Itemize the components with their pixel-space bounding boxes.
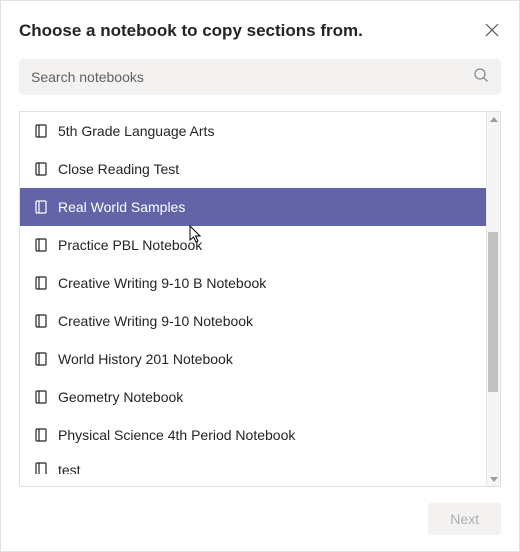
notebook-item[interactable]: Practice PBL Notebook — [20, 226, 486, 264]
notebook-item[interactable]: Close Reading Test — [20, 150, 486, 188]
notebook-item[interactable]: Real World Samples — [20, 188, 486, 226]
notebook-icon — [34, 390, 48, 404]
notebook-icon — [34, 124, 48, 138]
notebook-label: Close Reading Test — [58, 161, 179, 177]
notebook-list-container: 5th Grade Language Arts Close Reading Tes… — [19, 111, 501, 487]
notebook-icon — [34, 162, 48, 176]
notebook-label: test — [58, 462, 81, 474]
next-button[interactable]: Next — [428, 503, 501, 535]
close-icon — [485, 23, 499, 37]
close-button[interactable] — [483, 21, 501, 39]
notebook-label: Geometry Notebook — [58, 389, 183, 405]
notebook-picker-dialog: Choose a notebook to copy sections from.… — [1, 1, 519, 551]
notebook-icon — [34, 352, 48, 366]
notebook-icon — [34, 314, 48, 328]
notebook-item[interactable]: Physical Science 4th Period Notebook — [20, 416, 486, 454]
notebook-icon — [34, 462, 48, 474]
notebook-label: Physical Science 4th Period Notebook — [58, 427, 295, 443]
notebook-icon — [34, 200, 48, 214]
notebook-icon — [34, 238, 48, 252]
dialog-header: Choose a notebook to copy sections from. — [19, 21, 501, 41]
notebook-list: 5th Grade Language Arts Close Reading Tes… — [20, 112, 486, 486]
notebook-label: Creative Writing 9-10 Notebook — [58, 313, 253, 329]
notebook-icon — [34, 276, 48, 290]
search-box[interactable] — [19, 59, 501, 95]
notebook-item[interactable]: 5th Grade Language Arts — [20, 112, 486, 150]
search-icon — [473, 67, 489, 88]
dialog-footer: Next — [19, 487, 501, 551]
notebook-item[interactable]: Creative Writing 9-10 Notebook — [20, 302, 486, 340]
scrollbar[interactable] — [486, 112, 500, 486]
notebook-label: 5th Grade Language Arts — [58, 123, 214, 139]
notebook-item[interactable]: test — [20, 454, 486, 474]
notebook-icon — [34, 428, 48, 442]
notebook-label: World History 201 Notebook — [58, 351, 233, 367]
notebook-label: Creative Writing 9-10 B Notebook — [58, 275, 266, 291]
dialog-title: Choose a notebook to copy sections from. — [19, 21, 363, 41]
notebook-item[interactable]: Geometry Notebook — [20, 378, 486, 416]
scroll-up-arrow[interactable] — [487, 112, 501, 126]
notebook-item[interactable]: World History 201 Notebook — [20, 340, 486, 378]
notebook-label: Practice PBL Notebook — [58, 237, 202, 253]
scrollbar-thumb[interactable] — [488, 232, 498, 392]
search-input[interactable] — [31, 69, 473, 85]
notebook-item[interactable]: Creative Writing 9-10 B Notebook — [20, 264, 486, 302]
scroll-down-arrow[interactable] — [487, 472, 501, 486]
notebook-label: Real World Samples — [58, 199, 185, 215]
